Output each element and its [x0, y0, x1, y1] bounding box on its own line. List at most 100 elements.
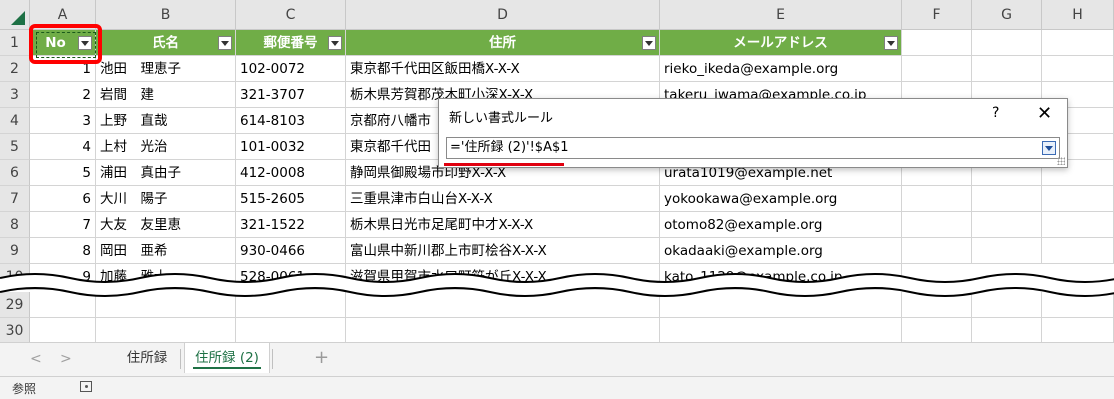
cell-postal[interactable]: 614-8103 — [236, 108, 346, 134]
cell-name[interactable]: 大川 陽子 — [96, 186, 236, 212]
cell-name[interactable]: 上野 直哉 — [96, 108, 236, 134]
empty-cell[interactable] — [96, 318, 236, 344]
empty-cell[interactable] — [660, 318, 902, 344]
next-sheet-button[interactable]: > — [60, 351, 72, 367]
sheet-tab-address-book-2[interactable]: 住所録 (2) — [184, 343, 270, 373]
column-header-b[interactable]: B — [96, 0, 236, 30]
cell-no[interactable]: 8 — [30, 238, 96, 264]
row-header[interactable]: 5 — [0, 134, 30, 160]
row-header[interactable]: 7 — [0, 186, 30, 212]
cell-postal[interactable]: 321-3707 — [236, 82, 346, 108]
cell-no[interactable]: 3 — [30, 108, 96, 134]
cell-name[interactable]: 池田 理恵子 — [96, 56, 236, 82]
empty-cell[interactable] — [902, 56, 972, 82]
cell-no[interactable]: 6 — [30, 186, 96, 212]
empty-cell[interactable] — [902, 30, 972, 56]
formula-text: ='住所録 (2)'!$A$1 — [450, 140, 569, 155]
empty-cell[interactable] — [30, 318, 96, 344]
cell-address[interactable]: 栃木県日光市足尾町中才X-X-X — [346, 212, 660, 238]
cell-email[interactable]: otomo82@example.org — [660, 212, 902, 238]
cell-postal[interactable]: 412-0008 — [236, 160, 346, 186]
empty-cell[interactable] — [1042, 212, 1114, 238]
row-header[interactable]: 2 — [0, 56, 30, 82]
empty-cell[interactable] — [902, 212, 972, 238]
empty-cell[interactable] — [1042, 30, 1114, 56]
cell-name[interactable]: 岩間 建 — [96, 82, 236, 108]
new-format-rule-dialog[interactable]: 新しい書式ルール ? ✕ ='住所録 (2)'!$A$1 — [438, 98, 1068, 168]
header-label: 郵便番号 — [263, 35, 318, 51]
empty-cell[interactable] — [972, 186, 1042, 212]
column-header-d[interactable]: D — [346, 0, 660, 30]
empty-cell[interactable] — [972, 30, 1042, 56]
header-label: メールアドレス — [733, 35, 828, 51]
cell-address[interactable]: 富山県中新川郡上市町桧谷X-X-X — [346, 238, 660, 264]
cell-no[interactable]: 4 — [30, 134, 96, 160]
empty-cell[interactable] — [972, 56, 1042, 82]
cell-postal[interactable]: 102-0072 — [236, 56, 346, 82]
cell-address[interactable]: 三重県津市白山台X-X-X — [346, 186, 660, 212]
cell-name[interactable]: 上村 光治 — [96, 134, 236, 160]
prev-sheet-button[interactable]: < — [30, 351, 42, 367]
column-header-c[interactable]: C — [236, 0, 346, 30]
filter-dropdown-icon[interactable] — [884, 36, 898, 50]
empty-cell[interactable] — [902, 186, 972, 212]
empty-cell[interactable] — [972, 318, 1042, 344]
cell-postal[interactable]: 515-2605 — [236, 186, 346, 212]
cell-name[interactable]: 浦田 真由子 — [96, 160, 236, 186]
accessibility-icon[interactable] — [80, 381, 92, 392]
tab-divider — [180, 349, 181, 369]
cell-postal[interactable]: 321-1522 — [236, 212, 346, 238]
empty-cell[interactable] — [1042, 56, 1114, 82]
row-header[interactable]: 3 — [0, 82, 30, 108]
empty-cell[interactable] — [1042, 318, 1114, 344]
header-cell-email[interactable]: メールアドレス — [660, 30, 902, 56]
header-cell-name[interactable]: 氏名 — [96, 30, 236, 56]
select-all-corner[interactable] — [0, 0, 30, 30]
help-button[interactable]: ? — [992, 105, 999, 121]
resize-grip-icon[interactable] — [1057, 157, 1065, 165]
row-header[interactable]: 8 — [0, 212, 30, 238]
filter-dropdown-icon[interactable] — [642, 36, 656, 50]
formula-input[interactable]: ='住所録 (2)'!$A$1 — [446, 137, 1060, 159]
filter-dropdown-icon[interactable] — [328, 36, 342, 50]
cell-name[interactable]: 岡田 亜希 — [96, 238, 236, 264]
filter-dropdown-icon[interactable] — [218, 36, 232, 50]
header-label: 住所 — [489, 35, 516, 51]
cell-postal[interactable]: 101-0032 — [236, 134, 346, 160]
header-cell-address[interactable]: 住所 — [346, 30, 660, 56]
column-header-e[interactable]: E — [660, 0, 902, 30]
cell-email[interactable]: rieko_ikeda@example.org — [660, 56, 902, 82]
empty-cell[interactable] — [972, 238, 1042, 264]
row-header[interactable]: 4 — [0, 108, 30, 134]
empty-cell[interactable] — [902, 318, 972, 344]
row-header[interactable]: 9 — [0, 238, 30, 264]
column-header-g[interactable]: G — [972, 0, 1042, 30]
row-header[interactable]: 6 — [0, 160, 30, 186]
row-header[interactable]: 1 — [0, 30, 30, 56]
empty-cell[interactable] — [236, 318, 346, 344]
empty-cell[interactable] — [346, 318, 660, 344]
add-sheet-button[interactable]: + — [314, 347, 329, 368]
active-tab-underline — [193, 367, 261, 369]
column-header-f[interactable]: F — [902, 0, 972, 30]
cell-no[interactable]: 2 — [30, 82, 96, 108]
cell-no[interactable]: 5 — [30, 160, 96, 186]
cell-address[interactable]: 東京都千代田区飯田橋X-X-X — [346, 56, 660, 82]
cell-postal[interactable]: 930-0466 — [236, 238, 346, 264]
cell-email[interactable]: yokookawa@example.org — [660, 186, 902, 212]
empty-cell[interactable] — [1042, 238, 1114, 264]
empty-cell[interactable] — [1042, 186, 1114, 212]
sheet-tab-address-book[interactable]: 住所録 — [116, 343, 178, 373]
empty-cell[interactable] — [972, 212, 1042, 238]
header-label: 氏名 — [152, 35, 179, 51]
cell-no[interactable]: 7 — [30, 212, 96, 238]
cell-email[interactable]: okadaaki@example.org — [660, 238, 902, 264]
close-button[interactable]: ✕ — [1037, 103, 1052, 124]
empty-cell[interactable] — [902, 238, 972, 264]
status-mode: 参照 — [12, 382, 37, 396]
cell-name[interactable]: 大友 友里恵 — [96, 212, 236, 238]
expand-dialog-icon[interactable] — [1042, 141, 1056, 155]
row-header[interactable]: 30 — [0, 318, 30, 344]
sheet-tab-bar: < > 住所録 住所録 (2) + — [0, 342, 1114, 377]
column-header-h[interactable]: H — [1042, 0, 1114, 30]
